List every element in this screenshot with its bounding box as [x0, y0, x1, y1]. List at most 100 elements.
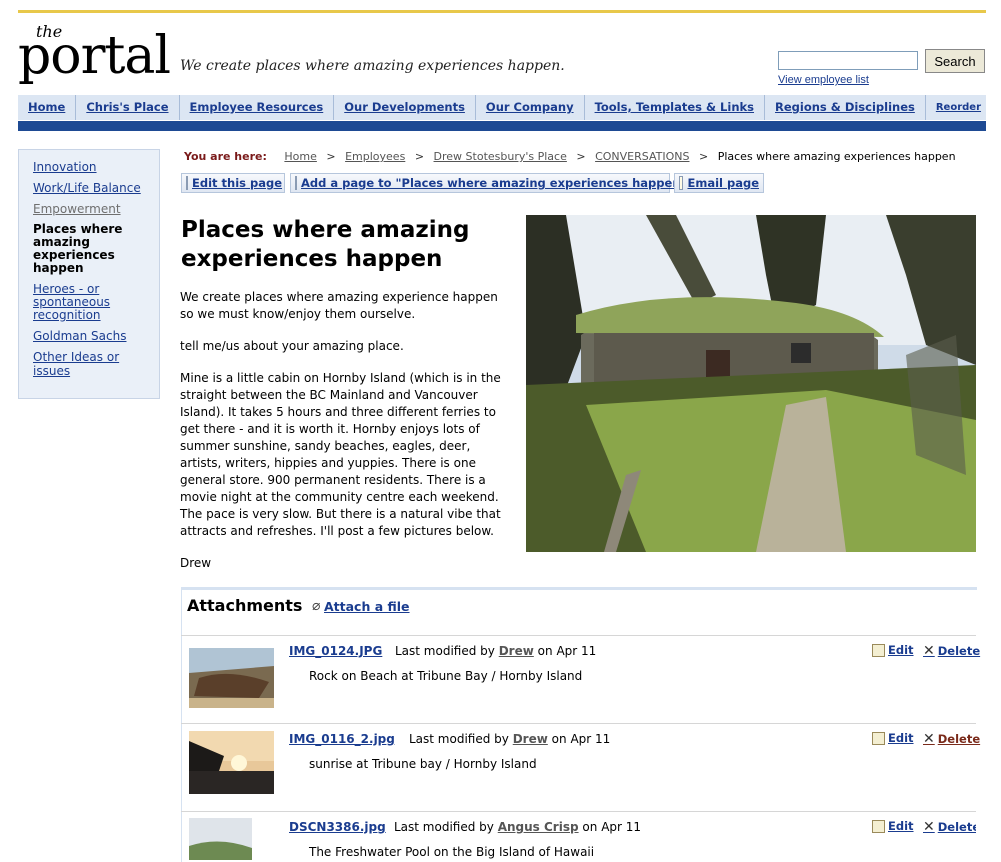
sidebar-item-heroes[interactable]: Heroes - or spontaneous recognition	[33, 283, 143, 322]
breadcrumb-separator: >	[414, 150, 425, 163]
attachment-description: The Freshwater Pool on the Big Island of…	[309, 845, 595, 859]
attachment-thumbnail[interactable]	[189, 648, 274, 708]
edit-label: Edit	[888, 731, 914, 745]
logo-portal-text: portal	[18, 26, 171, 86]
page-title: Places where amazing experiences happen	[181, 217, 470, 272]
nav-underbar	[18, 121, 986, 131]
sidebar-item-empowerment[interactable]: Empowerment	[33, 202, 159, 216]
edit-icon	[872, 643, 885, 657]
attachment-edit-link[interactable]: Edit	[872, 819, 914, 833]
on-label: on	[537, 644, 553, 658]
nav-tools-templates-links[interactable]: Tools, Templates & Links	[585, 95, 766, 120]
delete-x-icon: ✕	[923, 731, 935, 747]
nav-chris-place[interactable]: Chris's Place	[76, 95, 180, 120]
sidebar-item-other-ideas[interactable]: Other Ideas or issues	[33, 350, 159, 378]
breadcrumb-current: Places where amazing experiences happen	[717, 150, 956, 163]
on-label: on	[551, 732, 567, 746]
sidebar-item-goldman-sachs[interactable]: Goldman Sachs	[33, 329, 159, 343]
attachment-delete-link[interactable]: ✕ Delete	[923, 819, 976, 835]
edit-page-button[interactable]: Edit this page	[181, 173, 285, 193]
attachment-date: Apr 11	[570, 732, 611, 746]
edit-icon	[872, 731, 885, 745]
tagline: We create places where amazing experienc…	[180, 58, 565, 74]
nav-our-company[interactable]: Our Company	[476, 95, 585, 120]
delete-label: Delete	[937, 644, 981, 658]
search-input[interactable]	[778, 51, 918, 70]
attachment-description: sunrise at Tribune bay / Hornby Island	[309, 757, 537, 771]
email-icon	[679, 176, 684, 190]
attachment-meta: Last modified by Drew on Apr 11	[409, 732, 610, 746]
breadcrumb-separator: >	[698, 150, 709, 163]
body-signature: Drew	[180, 556, 212, 570]
attachment-meta: Last modified by Drew on Apr 11	[395, 644, 596, 658]
attachment-row: IMG_0124.JPG Last modified by Drew on Ap…	[181, 635, 980, 722]
breadcrumb-separator: >	[326, 150, 336, 163]
email-page-button[interactable]: Email page	[674, 173, 764, 193]
delete-x-icon: ✕	[923, 819, 935, 835]
top-accent-line	[18, 10, 986, 13]
add-page-button[interactable]: Add a page to "Places where amazing expe…	[290, 173, 706, 193]
nav-reorder[interactable]: Reorder	[926, 95, 991, 120]
attachment-edit-link[interactable]: Edit	[872, 731, 914, 745]
breadcrumb-conversations[interactable]: CONVERSATIONS	[595, 150, 689, 163]
breadcrumb-separator: >	[576, 150, 586, 163]
breadcrumb-label: You are here:	[184, 150, 267, 163]
attachment-edit-link[interactable]: Edit	[872, 643, 914, 657]
on-label: on	[582, 820, 598, 834]
attachment-delete-link[interactable]: ✕ Delete	[923, 643, 980, 659]
attachment-author[interactable]: Drew	[513, 732, 548, 746]
attachment-thumbnail[interactable]	[189, 731, 274, 794]
attachment-author[interactable]: Angus Crisp	[498, 820, 579, 834]
attachment-date: Apr 11	[601, 820, 642, 834]
portal-logo[interactable]: the portal	[18, 22, 171, 88]
view-employee-list-link[interactable]: View employee list	[778, 74, 869, 86]
search-button[interactable]: Search	[925, 49, 985, 73]
nav-regions-disciplines[interactable]: Regions & Disciplines	[765, 95, 926, 120]
edit-label: Edit	[888, 819, 914, 833]
attachments-title: Attachments	[187, 596, 303, 615]
edit-page-icon	[186, 176, 188, 190]
body-paragraph: tell me/us about your amazing place.	[180, 339, 404, 353]
paperclip-icon: ⌀	[312, 598, 321, 614]
add-page-icon	[295, 176, 297, 190]
add-page-label: Add a page to "Places where amazing expe…	[301, 176, 687, 190]
modified-label: Last modified by	[395, 644, 495, 658]
sidebar-item-current: Places where amazing experiences happen	[33, 222, 123, 275]
body-paragraph: We create places where amazing experienc…	[180, 290, 498, 321]
delete-label: Delete	[937, 732, 981, 746]
attachment-description: Rock on Beach at Tribune Bay / Hornby Is…	[309, 669, 583, 683]
breadcrumb-employees[interactable]: Employees	[345, 150, 405, 163]
attachment-row: DSCN3386.jpg Last modified by Angus Cris…	[181, 811, 976, 860]
nav-our-developments[interactable]: Our Developments	[334, 95, 476, 120]
attachment-filename[interactable]: IMG_0124.JPG	[289, 644, 382, 658]
attachment-date: Apr 11	[556, 644, 597, 658]
nav-employee-resources[interactable]: Employee Resources	[180, 95, 335, 120]
main-nav: Home Chris's Place Employee Resources Ou…	[18, 95, 986, 120]
edit-icon	[872, 819, 885, 833]
sidebar-item-work-life-balance[interactable]: Work/Life Balance	[33, 181, 159, 195]
delete-x-icon: ✕	[923, 643, 935, 659]
attachment-meta: Last modified by Angus Crisp on Apr 11	[394, 820, 641, 834]
attachment-row: IMG_0116_2.jpg Last modified by Drew on …	[181, 723, 980, 810]
attachment-filename[interactable]: IMG_0116_2.jpg	[289, 732, 395, 746]
modified-label: Last modified by	[394, 820, 494, 834]
page-body: We create places where amazing experienc…	[180, 289, 515, 587]
sidebar-item-innovation[interactable]: Innovation	[33, 160, 159, 174]
breadcrumb-drew-place[interactable]: Drew Stotesbury's Place	[434, 150, 567, 163]
attach-file-link[interactable]: Attach a file	[324, 599, 410, 614]
attachment-author[interactable]: Drew	[499, 644, 534, 658]
body-paragraph: Mine is a little cabin on Hornby Island …	[180, 371, 501, 538]
sidebar: Innovation Work/Life Balance Empowerment…	[18, 149, 160, 399]
breadcrumb: You are here: Home > Employees > Drew St…	[184, 150, 956, 163]
attachment-filename[interactable]: DSCN3386.jpg	[289, 820, 386, 834]
email-page-label: Email page	[687, 176, 759, 190]
attachment-thumbnail[interactable]	[189, 818, 252, 860]
delete-label: Delete	[937, 820, 976, 834]
attachment-delete-link[interactable]: ✕ Delete	[923, 731, 980, 747]
edit-page-label: Edit this page	[192, 176, 283, 190]
nav-home[interactable]: Home	[18, 95, 77, 120]
cabin-photo	[526, 215, 976, 552]
modified-label: Last modified by	[409, 732, 509, 746]
edit-label: Edit	[888, 643, 914, 657]
breadcrumb-home[interactable]: Home	[284, 150, 316, 163]
